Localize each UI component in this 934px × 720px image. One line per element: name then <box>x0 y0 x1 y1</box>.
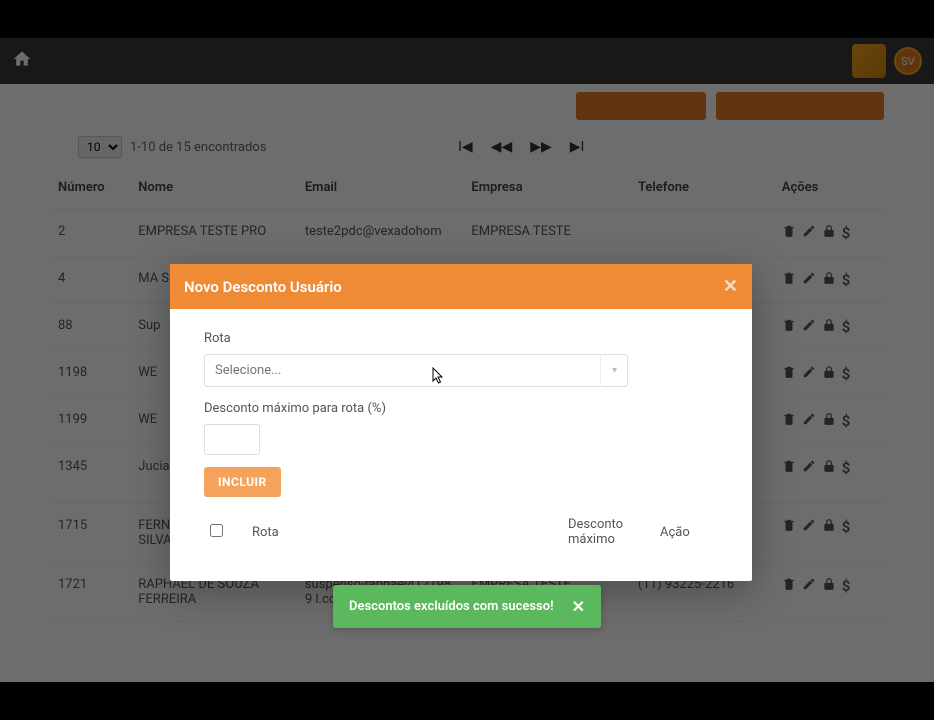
desconto-input[interactable] <box>204 424 260 455</box>
toast-message: Descontos excluídos com sucesso! <box>349 599 554 614</box>
modal-title: Novo Desconto Usuário <box>184 278 342 296</box>
inner-col-rota: Rota <box>248 511 562 553</box>
modal-novo-desconto: Novo Desconto Usuário ✕ Rota ▾ Desconto … <box>170 264 752 581</box>
inner-col-desconto: Desconto máximo <box>564 511 654 553</box>
modal-header: Novo Desconto Usuário ✕ <box>170 264 752 309</box>
toast-success: Descontos excluídos com sucesso! ✕ <box>333 585 601 628</box>
incluir-button[interactable]: INCLUIR <box>204 467 281 497</box>
modal-inner-table: Rota Desconto máximo Ação <box>204 509 718 555</box>
close-icon[interactable]: ✕ <box>723 276 738 297</box>
inner-col-acao: Ação <box>656 511 716 553</box>
desconto-label: Desconto máximo para rota (%) <box>204 401 718 416</box>
toast-close-icon[interactable]: ✕ <box>572 597 585 616</box>
rota-label: Rota <box>204 331 718 346</box>
select-all-checkbox[interactable] <box>210 524 223 537</box>
rota-select-input[interactable] <box>204 354 628 387</box>
rota-select[interactable]: ▾ <box>204 354 628 387</box>
chevron-down-icon[interactable]: ▾ <box>600 354 628 387</box>
